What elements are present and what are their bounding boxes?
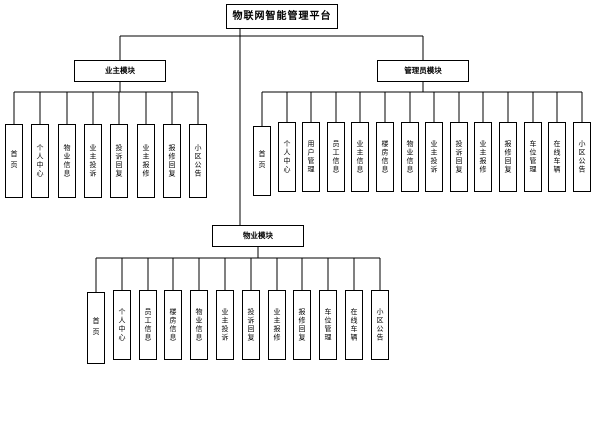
module-admin: 管理员模块 xyxy=(377,60,469,82)
property-leaf-node: 车位管理 xyxy=(319,290,337,360)
owner-leaf-node: 小区公告 xyxy=(189,124,207,198)
property-leaf-node: 员工信息 xyxy=(139,290,157,360)
admin-leaf-node: 业主报修 xyxy=(474,122,492,192)
owner-leaf-node: 首页 xyxy=(5,124,23,198)
owner-leaf-node: 业主投诉 xyxy=(84,124,102,198)
admin-leaf-node: 用户管理 xyxy=(302,122,320,192)
admin-leaf-node: 个人中心 xyxy=(278,122,296,192)
admin-leaf-node: 物业信息 xyxy=(401,122,419,192)
property-leaf-node: 报修回复 xyxy=(293,290,311,360)
property-leaf-node: 小区公告 xyxy=(371,290,389,360)
property-leaf-node: 业主报修 xyxy=(268,290,286,360)
owner-leaf-node: 报修回复 xyxy=(163,124,181,198)
property-leaf-node: 业主投诉 xyxy=(216,290,234,360)
admin-leaf-node: 首页 xyxy=(253,126,271,196)
root-node: 物联网智能管理平台 xyxy=(226,4,338,29)
admin-leaf-node: 业主信息 xyxy=(351,122,369,192)
admin-leaf-node: 小区公告 xyxy=(573,122,591,192)
owner-leaf-node: 个人中心 xyxy=(31,124,49,198)
admin-leaf-node: 报修回复 xyxy=(499,122,517,192)
module-property: 物业模块 xyxy=(212,225,304,247)
property-leaf-node: 投诉回复 xyxy=(242,290,260,360)
admin-leaf-node: 员工信息 xyxy=(327,122,345,192)
module-owner: 业主模块 xyxy=(74,60,166,82)
owner-leaf-node: 业主报修 xyxy=(137,124,155,198)
owner-leaf-node: 物业信息 xyxy=(58,124,76,198)
property-leaf-node: 在线车辆 xyxy=(345,290,363,360)
admin-leaf-node: 楼房信息 xyxy=(376,122,394,192)
admin-leaf-node: 投诉回复 xyxy=(450,122,468,192)
owner-leaf-node: 投诉回复 xyxy=(110,124,128,198)
property-leaf-node: 首页 xyxy=(87,292,105,364)
property-leaf-node: 物业信息 xyxy=(190,290,208,360)
system-structure-diagram: 物联网智能管理平台 业主模块 管理员模块 物业模块 首页 个人中心 物业信息 业主投诉… xyxy=(0,0,605,427)
property-leaf-node: 个人中心 xyxy=(113,290,131,360)
admin-leaf-node: 在线车辆 xyxy=(548,122,566,192)
admin-leaf-node: 车位管理 xyxy=(524,122,542,192)
property-leaf-node: 楼房信息 xyxy=(164,290,182,360)
admin-leaf-node: 业主投诉 xyxy=(425,122,443,192)
